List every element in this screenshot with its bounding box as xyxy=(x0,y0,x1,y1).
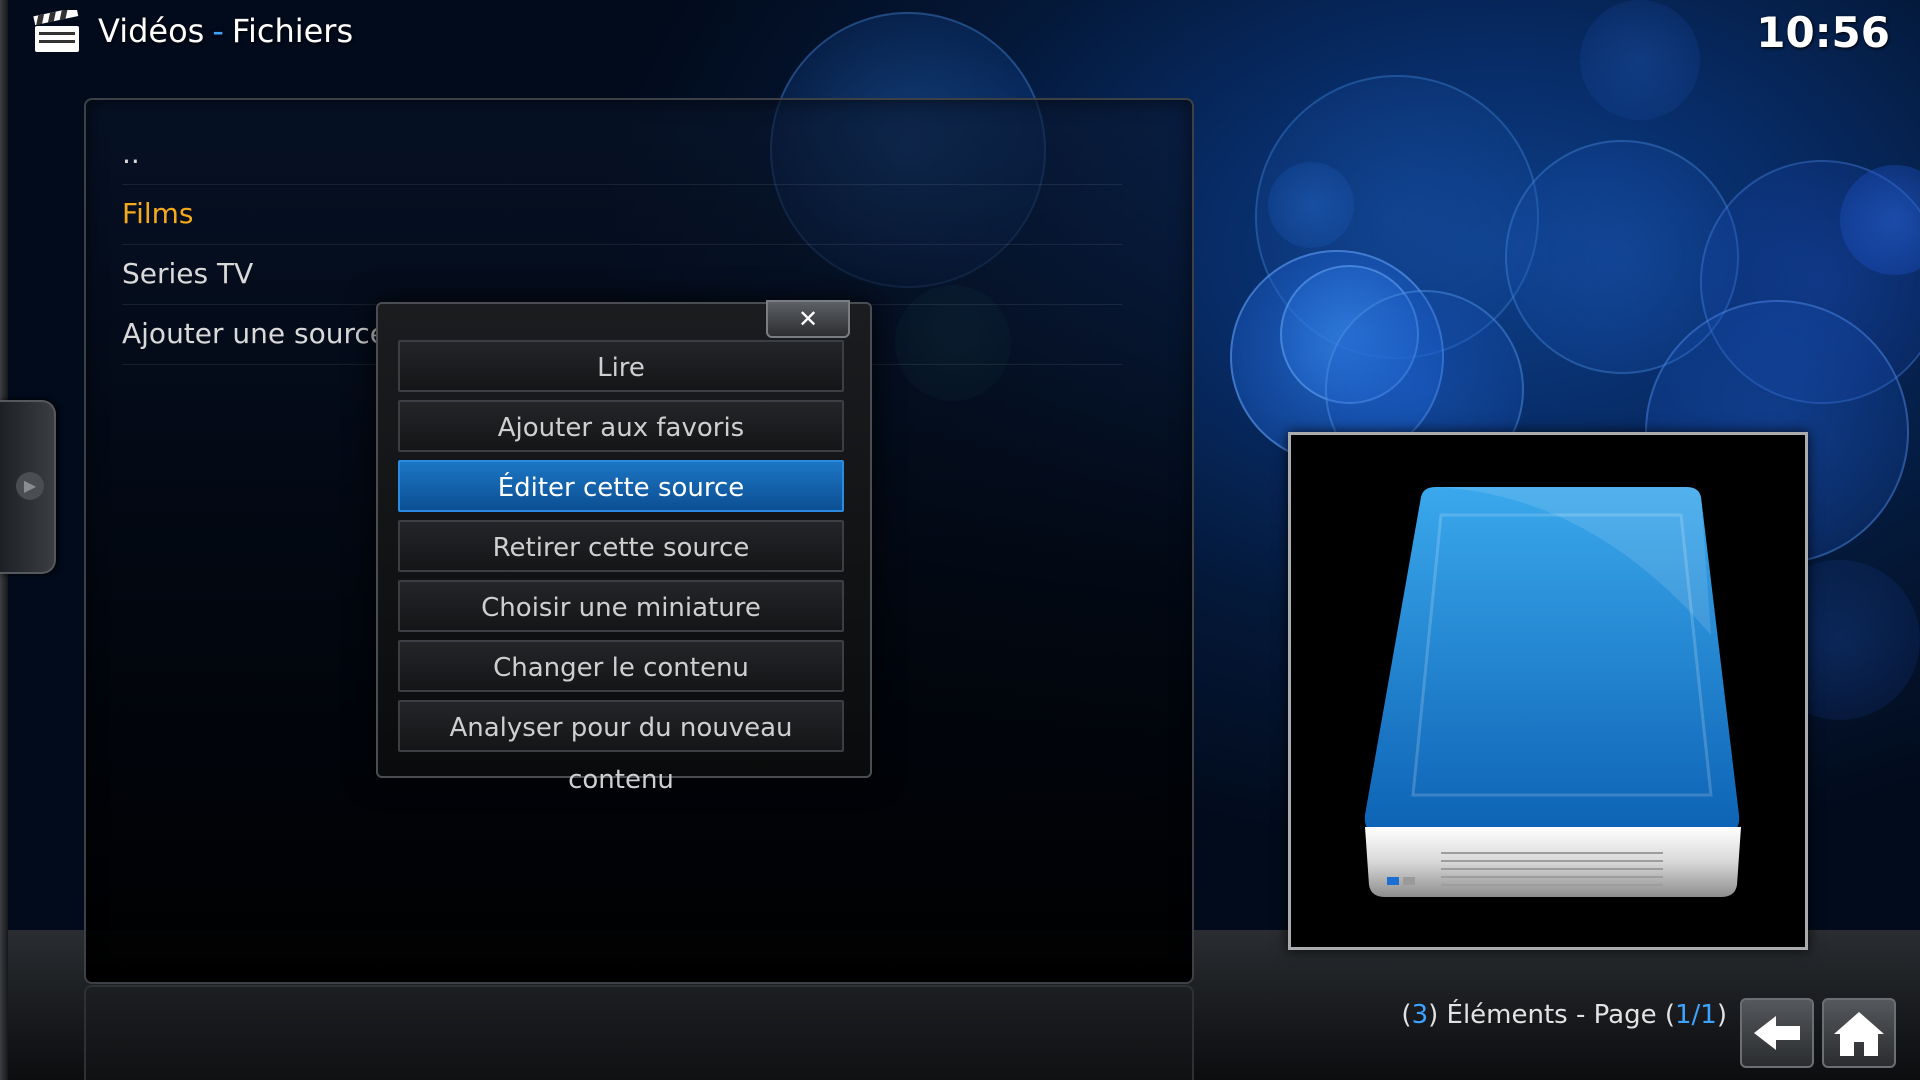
menu-item-play[interactable]: Lire xyxy=(398,340,844,392)
home-button[interactable] xyxy=(1822,998,1896,1068)
menu-item-remove-source[interactable]: Retirer cette source xyxy=(398,520,844,572)
bokeh-bg xyxy=(1580,0,1700,120)
list-panel-footer xyxy=(84,985,1194,1080)
close-button[interactable]: ✕ xyxy=(766,300,850,338)
elements-label: Éléments - Page xyxy=(1446,1000,1657,1030)
items-count: 3 xyxy=(1411,1000,1429,1030)
menu-item-change-content[interactable]: Changer le contenu xyxy=(398,640,844,692)
home-icon xyxy=(1834,1012,1884,1056)
clapperboard-icon xyxy=(33,10,79,52)
bokeh-bg xyxy=(1268,162,1354,248)
menu-item-scan-new-content[interactable]: Analyser pour du nouveau contenu xyxy=(398,700,844,795)
play-arrow-icon: ▶ xyxy=(16,472,44,500)
close-icon: ✕ xyxy=(797,305,819,333)
header-section: Vidéos xyxy=(98,12,205,50)
bokeh-bg xyxy=(1255,75,1539,359)
header-subsection: Fichiers xyxy=(231,12,354,50)
menu-item-edit-source[interactable]: Éditer cette source xyxy=(398,460,844,512)
list-item-films[interactable]: Films xyxy=(122,184,1122,245)
side-menu-tab[interactable]: ▶ xyxy=(0,400,56,574)
items-page-info: (3) Éléments - Page (1/1) xyxy=(1401,1000,1727,1030)
page-title: Vidéos - Fichiers xyxy=(98,12,353,50)
bokeh-bg xyxy=(1700,160,1920,404)
clock: 10:56 xyxy=(1756,8,1890,57)
list-item-series-tv[interactable]: Series TV xyxy=(122,244,1122,305)
list-item-parent[interactable]: .. xyxy=(122,124,1122,185)
hard-drive-icon xyxy=(1364,487,1741,897)
thumbnail-frame xyxy=(1288,432,1808,950)
bokeh-bg xyxy=(1280,265,1419,404)
menu-item-choose-thumbnail[interactable]: Choisir une miniature xyxy=(398,580,844,632)
back-button[interactable] xyxy=(1740,998,1814,1068)
kodi-screen: ▶ Vidéos - Fichiers 10:56 .. Films Series … xyxy=(0,0,1920,1080)
page-number: 1/1 xyxy=(1675,1000,1717,1030)
bokeh-bg xyxy=(1840,165,1920,275)
bokeh-bg xyxy=(1505,140,1739,374)
back-arrow-icon xyxy=(1754,1016,1800,1050)
header-separator: - xyxy=(212,12,224,50)
context-menu-dialog: ✕ Lire Ajouter aux favoris Éditer cette … xyxy=(376,300,872,795)
menu-item-add-favorites[interactable]: Ajouter aux favoris xyxy=(398,400,844,452)
